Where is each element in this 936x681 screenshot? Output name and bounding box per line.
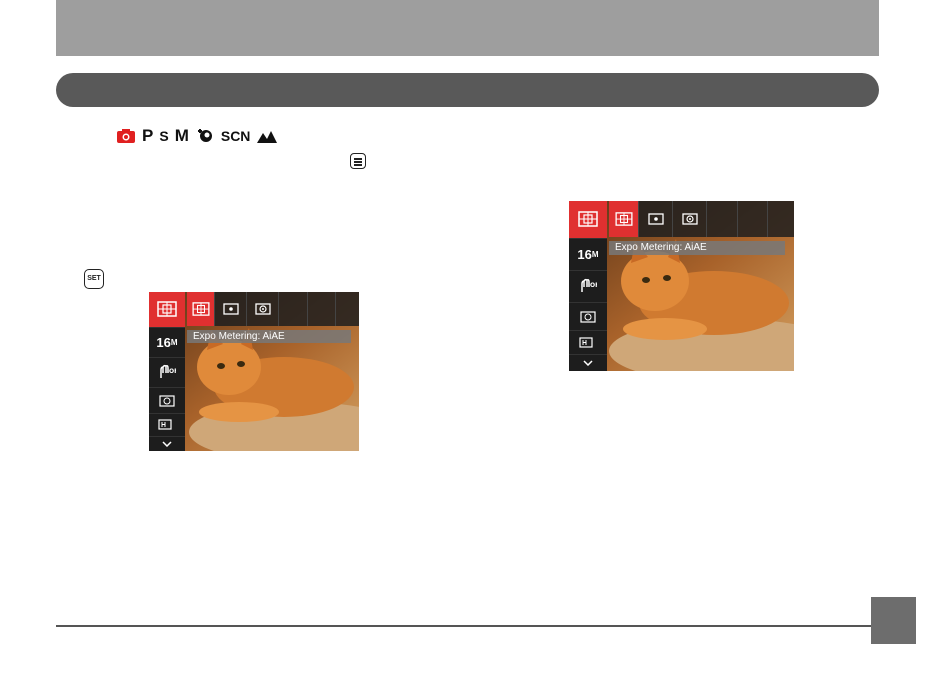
mode-s: S [159,128,169,144]
chevron-down-icon[interactable] [569,355,607,371]
metering-label: Expo Metering: AiAE [187,330,351,343]
sidebar-metering-icon[interactable] [149,292,185,328]
settings-sidebar: 16M OFF [149,292,185,451]
svg-text:OFF: OFF [590,282,597,289]
sidebar-stabilizer-icon[interactable]: OFF [149,358,185,388]
sidebar-resolution[interactable]: 16 M [569,239,607,271]
camera-screen-1: 16M OFF Expo Metering: AiAE [149,292,359,451]
metering-label: Expo Metering: AiAE [609,241,785,255]
sidebar-shutter-icon[interactable] [149,388,185,415]
spot-option-icon[interactable] [215,292,248,326]
empty-slot [336,292,359,326]
metering-options [187,292,359,326]
empty-slot [279,292,308,326]
sidebar-metering-icon[interactable] [569,201,607,239]
applicable-modes: P S M SCN [116,126,278,146]
metering-options [609,201,794,237]
section-title-bar [56,73,879,107]
footer-rule [56,625,871,627]
sidebar-hdr-icon[interactable] [149,414,185,437]
aiae-option-icon[interactable] [609,201,640,237]
empty-slot [707,201,738,237]
svg-text:OFF: OFF [169,368,176,375]
resolution-unit: M [591,249,599,259]
mode-p: P [142,126,154,145]
sidebar-resolution[interactable]: 16 M [149,328,185,358]
auto-camera-icon [116,128,136,144]
camera-screen-2: 16M OFF Expo Metering: AiAE [569,201,794,371]
landscape-icon [256,128,278,144]
aiae-option-icon[interactable] [187,292,216,326]
sidebar-shutter-icon[interactable] [569,303,607,332]
set-button-icon: SET [84,269,104,289]
settings-sidebar: 16M OFF [569,201,607,371]
empty-slot [308,292,336,326]
empty-slot [738,201,768,237]
header-bar [56,0,879,56]
mode-m: M [174,126,189,145]
menu-button-icon [350,153,366,169]
mode-scn: SCN [220,128,251,144]
center-option-icon[interactable] [673,201,708,237]
center-option-icon[interactable] [247,292,280,326]
empty-slot [768,201,794,237]
sidebar-stabilizer-icon[interactable]: OFF [569,271,607,303]
page-number-box [871,597,916,644]
chevron-down-icon[interactable] [149,437,185,452]
sidebar-hdr-icon[interactable] [569,331,607,356]
spot-option-icon[interactable] [639,201,674,237]
resolution-value: 16 [156,334,171,350]
portrait-beauty-icon [195,127,215,145]
resolution-value: 16 [577,246,592,262]
resolution-unit: M [170,337,178,347]
